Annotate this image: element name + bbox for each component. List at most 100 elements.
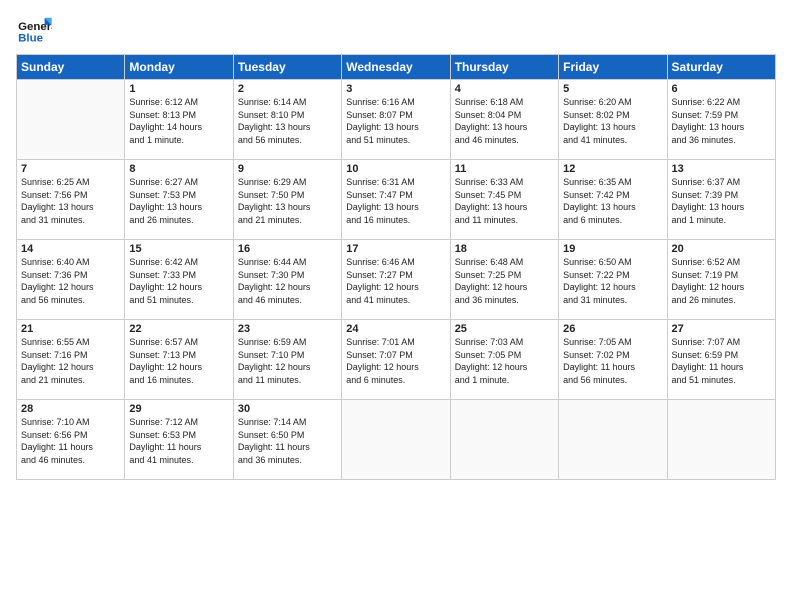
- day-info: Sunrise: 6:27 AM Sunset: 7:53 PM Dayligh…: [129, 176, 228, 226]
- day-info: Sunrise: 7:03 AM Sunset: 7:05 PM Dayligh…: [455, 336, 554, 386]
- week-row-3: 14Sunrise: 6:40 AM Sunset: 7:36 PM Dayli…: [17, 240, 776, 320]
- day-number: 22: [129, 323, 228, 335]
- day-number: 3: [346, 83, 445, 95]
- day-number: 4: [455, 83, 554, 95]
- calendar-header-row: SundayMondayTuesdayWednesdayThursdayFrid…: [17, 55, 776, 80]
- day-info: Sunrise: 6:48 AM Sunset: 7:25 PM Dayligh…: [455, 256, 554, 306]
- day-cell: 20Sunrise: 6:52 AM Sunset: 7:19 PM Dayli…: [667, 240, 775, 320]
- day-number: 20: [672, 243, 771, 255]
- col-header-friday: Friday: [559, 55, 667, 80]
- day-number: 23: [238, 323, 337, 335]
- day-number: 6: [672, 83, 771, 95]
- day-number: 26: [563, 323, 662, 335]
- day-info: Sunrise: 6:20 AM Sunset: 8:02 PM Dayligh…: [563, 96, 662, 146]
- svg-text:Blue: Blue: [18, 33, 43, 45]
- day-number: 17: [346, 243, 445, 255]
- day-cell: 28Sunrise: 7:10 AM Sunset: 6:56 PM Dayli…: [17, 400, 125, 480]
- day-info: Sunrise: 7:10 AM Sunset: 6:56 PM Dayligh…: [21, 416, 120, 466]
- day-info: Sunrise: 6:22 AM Sunset: 7:59 PM Dayligh…: [672, 96, 771, 146]
- day-cell: 18Sunrise: 6:48 AM Sunset: 7:25 PM Dayli…: [450, 240, 558, 320]
- day-cell: 9Sunrise: 6:29 AM Sunset: 7:50 PM Daylig…: [233, 160, 341, 240]
- col-header-saturday: Saturday: [667, 55, 775, 80]
- day-info: Sunrise: 6:29 AM Sunset: 7:50 PM Dayligh…: [238, 176, 337, 226]
- day-cell: 10Sunrise: 6:31 AM Sunset: 7:47 PM Dayli…: [342, 160, 450, 240]
- day-info: Sunrise: 6:55 AM Sunset: 7:16 PM Dayligh…: [21, 336, 120, 386]
- day-info: Sunrise: 7:14 AM Sunset: 6:50 PM Dayligh…: [238, 416, 337, 466]
- day-number: 27: [672, 323, 771, 335]
- day-info: Sunrise: 6:50 AM Sunset: 7:22 PM Dayligh…: [563, 256, 662, 306]
- day-cell: 27Sunrise: 7:07 AM Sunset: 6:59 PM Dayli…: [667, 320, 775, 400]
- day-number: 9: [238, 163, 337, 175]
- col-header-sunday: Sunday: [17, 55, 125, 80]
- day-info: Sunrise: 6:33 AM Sunset: 7:45 PM Dayligh…: [455, 176, 554, 226]
- day-number: 13: [672, 163, 771, 175]
- day-number: 1: [129, 83, 228, 95]
- week-row-2: 7Sunrise: 6:25 AM Sunset: 7:56 PM Daylig…: [17, 160, 776, 240]
- day-number: 19: [563, 243, 662, 255]
- day-info: Sunrise: 6:52 AM Sunset: 7:19 PM Dayligh…: [672, 256, 771, 306]
- day-info: Sunrise: 6:57 AM Sunset: 7:13 PM Dayligh…: [129, 336, 228, 386]
- day-number: 2: [238, 83, 337, 95]
- col-header-wednesday: Wednesday: [342, 55, 450, 80]
- day-info: Sunrise: 6:25 AM Sunset: 7:56 PM Dayligh…: [21, 176, 120, 226]
- week-row-5: 28Sunrise: 7:10 AM Sunset: 6:56 PM Dayli…: [17, 400, 776, 480]
- col-header-tuesday: Tuesday: [233, 55, 341, 80]
- day-number: 29: [129, 403, 228, 415]
- day-cell: 22Sunrise: 6:57 AM Sunset: 7:13 PM Dayli…: [125, 320, 233, 400]
- day-info: Sunrise: 6:59 AM Sunset: 7:10 PM Dayligh…: [238, 336, 337, 386]
- day-cell: [559, 400, 667, 480]
- day-number: 21: [21, 323, 120, 335]
- day-cell: 19Sunrise: 6:50 AM Sunset: 7:22 PM Dayli…: [559, 240, 667, 320]
- day-number: 25: [455, 323, 554, 335]
- week-row-1: 1Sunrise: 6:12 AM Sunset: 8:13 PM Daylig…: [17, 80, 776, 160]
- day-info: Sunrise: 6:31 AM Sunset: 7:47 PM Dayligh…: [346, 176, 445, 226]
- logo: General Blue: [16, 16, 54, 46]
- day-cell: 5Sunrise: 6:20 AM Sunset: 8:02 PM Daylig…: [559, 80, 667, 160]
- day-cell: 8Sunrise: 6:27 AM Sunset: 7:53 PM Daylig…: [125, 160, 233, 240]
- day-number: 5: [563, 83, 662, 95]
- day-info: Sunrise: 7:07 AM Sunset: 6:59 PM Dayligh…: [672, 336, 771, 386]
- day-number: 30: [238, 403, 337, 415]
- week-row-4: 21Sunrise: 6:55 AM Sunset: 7:16 PM Dayli…: [17, 320, 776, 400]
- day-info: Sunrise: 6:46 AM Sunset: 7:27 PM Dayligh…: [346, 256, 445, 306]
- col-header-monday: Monday: [125, 55, 233, 80]
- calendar-table: SundayMondayTuesdayWednesdayThursdayFrid…: [16, 54, 776, 480]
- day-cell: [17, 80, 125, 160]
- day-cell: 1Sunrise: 6:12 AM Sunset: 8:13 PM Daylig…: [125, 80, 233, 160]
- day-cell: 11Sunrise: 6:33 AM Sunset: 7:45 PM Dayli…: [450, 160, 558, 240]
- day-number: 16: [238, 243, 337, 255]
- day-info: Sunrise: 6:37 AM Sunset: 7:39 PM Dayligh…: [672, 176, 771, 226]
- day-info: Sunrise: 6:12 AM Sunset: 8:13 PM Dayligh…: [129, 96, 228, 146]
- day-cell: 26Sunrise: 7:05 AM Sunset: 7:02 PM Dayli…: [559, 320, 667, 400]
- day-cell: 6Sunrise: 6:22 AM Sunset: 7:59 PM Daylig…: [667, 80, 775, 160]
- day-cell: 12Sunrise: 6:35 AM Sunset: 7:42 PM Dayli…: [559, 160, 667, 240]
- day-cell: 30Sunrise: 7:14 AM Sunset: 6:50 PM Dayli…: [233, 400, 341, 480]
- day-info: Sunrise: 7:12 AM Sunset: 6:53 PM Dayligh…: [129, 416, 228, 466]
- day-number: 12: [563, 163, 662, 175]
- day-number: 24: [346, 323, 445, 335]
- day-info: Sunrise: 6:42 AM Sunset: 7:33 PM Dayligh…: [129, 256, 228, 306]
- day-number: 18: [455, 243, 554, 255]
- day-cell: 2Sunrise: 6:14 AM Sunset: 8:10 PM Daylig…: [233, 80, 341, 160]
- day-cell: 29Sunrise: 7:12 AM Sunset: 6:53 PM Dayli…: [125, 400, 233, 480]
- day-cell: 14Sunrise: 6:40 AM Sunset: 7:36 PM Dayli…: [17, 240, 125, 320]
- day-cell: 13Sunrise: 6:37 AM Sunset: 7:39 PM Dayli…: [667, 160, 775, 240]
- day-number: 7: [21, 163, 120, 175]
- day-cell: 17Sunrise: 6:46 AM Sunset: 7:27 PM Dayli…: [342, 240, 450, 320]
- day-info: Sunrise: 7:05 AM Sunset: 7:02 PM Dayligh…: [563, 336, 662, 386]
- day-info: Sunrise: 7:01 AM Sunset: 7:07 PM Dayligh…: [346, 336, 445, 386]
- day-cell: 16Sunrise: 6:44 AM Sunset: 7:30 PM Dayli…: [233, 240, 341, 320]
- day-number: 11: [455, 163, 554, 175]
- day-info: Sunrise: 6:44 AM Sunset: 7:30 PM Dayligh…: [238, 256, 337, 306]
- day-info: Sunrise: 6:35 AM Sunset: 7:42 PM Dayligh…: [563, 176, 662, 226]
- day-cell: 23Sunrise: 6:59 AM Sunset: 7:10 PM Dayli…: [233, 320, 341, 400]
- day-cell: 3Sunrise: 6:16 AM Sunset: 8:07 PM Daylig…: [342, 80, 450, 160]
- day-cell: 4Sunrise: 6:18 AM Sunset: 8:04 PM Daylig…: [450, 80, 558, 160]
- day-cell: 24Sunrise: 7:01 AM Sunset: 7:07 PM Dayli…: [342, 320, 450, 400]
- day-info: Sunrise: 6:40 AM Sunset: 7:36 PM Dayligh…: [21, 256, 120, 306]
- day-cell: 25Sunrise: 7:03 AM Sunset: 7:05 PM Dayli…: [450, 320, 558, 400]
- day-number: 8: [129, 163, 228, 175]
- day-info: Sunrise: 6:18 AM Sunset: 8:04 PM Dayligh…: [455, 96, 554, 146]
- day-number: 15: [129, 243, 228, 255]
- day-cell: 7Sunrise: 6:25 AM Sunset: 7:56 PM Daylig…: [17, 160, 125, 240]
